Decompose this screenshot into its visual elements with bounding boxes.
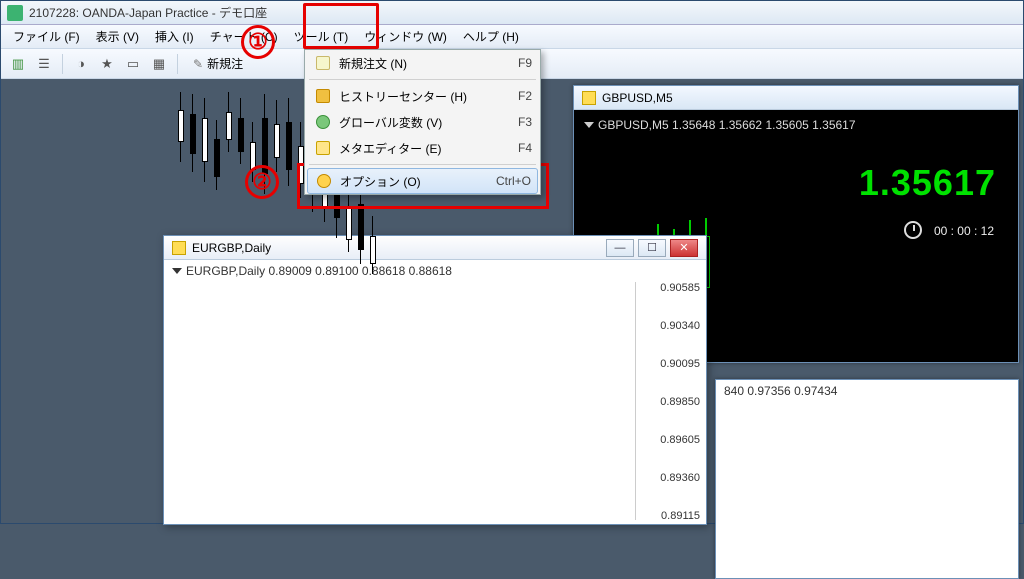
menu-help[interactable]: ヘルプ (H) [455, 25, 527, 48]
annotation-marker-2: ② [245, 165, 279, 199]
window-close-button[interactable]: ✕ [670, 239, 698, 257]
menu-item-new-order[interactable]: 新規注文 (N) F9 [305, 50, 540, 76]
menu-item-label: オプション (O) [340, 173, 486, 190]
y-tick: 0.89115 [661, 510, 700, 522]
menu-divider [309, 164, 536, 165]
window-title: 2107228: OANDA-Japan Practice - デモ口座 [29, 4, 267, 21]
menu-window[interactable]: ウィンドウ (W) [356, 25, 455, 48]
y-tick: 0.90340 [660, 320, 700, 332]
terminal-icon: ▭ [127, 56, 139, 72]
tester-icon: ▦ [153, 56, 165, 72]
countdown-text: 00 : 00 : 12 [934, 224, 994, 238]
star-icon: ★ [101, 56, 113, 72]
y-tick: 0.89605 [660, 434, 700, 446]
tb-new-order-label: 新規注 [207, 55, 243, 72]
chart-icon [582, 91, 596, 105]
menu-item-label: グローバル変数 (V) [339, 114, 508, 131]
history-icon [313, 87, 333, 105]
window-minimize-button[interactable]: — [606, 239, 634, 257]
chart-ohlc-info: 840 0.97356 0.97434 [716, 380, 1018, 402]
menu-item-shortcut: F2 [518, 89, 532, 103]
y-tick: 0.89360 [660, 472, 700, 484]
chart-window-title: EURGBP,Daily [192, 241, 271, 255]
tb-profiles[interactable]: ☰ [33, 53, 55, 75]
folder-icon: ☰ [38, 56, 50, 72]
chart-ohlc-text: 840 0.97356 0.97434 [724, 384, 837, 398]
menu-view[interactable]: 表示 (V) [88, 25, 147, 48]
toolbar-separator [62, 54, 63, 74]
order-icon: ✎ [193, 57, 203, 71]
tb-new-order[interactable]: ✎ 新規注 [185, 53, 251, 75]
chart-ohlc-text: GBPUSD,M5 1.35648 1.35662 1.35605 1.3561… [598, 118, 856, 132]
dropdown-triangle-icon[interactable] [584, 122, 594, 128]
chart-body: EURGBP,Daily 0.89009 0.89100 0.88618 0.8… [164, 260, 706, 524]
chart-window-title: GBPUSD,M5 [602, 91, 673, 105]
chart-window-eurgbp[interactable]: EURGBP,Daily — ☐ ✕ EURGBP,Daily 0.89009 … [163, 235, 707, 525]
clock-icon [904, 221, 922, 239]
menu-file[interactable]: ファイル (F) [5, 25, 88, 48]
globe-icon: ◑ [77, 56, 85, 71]
menu-item-history-center[interactable]: ヒストリーセンター (H) F2 [305, 83, 540, 109]
y-tick: 0.89850 [660, 396, 700, 408]
tb-new-chart[interactable]: ▥ [7, 53, 29, 75]
title-bar: 2107228: OANDA-Japan Practice - デモ口座 [1, 1, 1023, 25]
tb-navigator[interactable]: ★ [96, 53, 118, 75]
tb-terminal[interactable]: ▭ [122, 53, 144, 75]
chart-ohlc-text: EURGBP,Daily 0.89009 0.89100 0.88618 0.8… [186, 264, 452, 278]
menu-insert[interactable]: 挿入 (I) [147, 25, 202, 48]
menu-item-label: メタエディター (E) [339, 140, 508, 157]
menu-item-shortcut: F9 [518, 56, 532, 70]
y-tick: 0.90095 [660, 358, 700, 370]
menu-item-shortcut: F4 [518, 141, 532, 155]
window-maximize-button[interactable]: ☐ [638, 239, 666, 257]
menu-item-label: 新規注文 (N) [339, 55, 508, 72]
gear-icon [314, 172, 334, 190]
dropdown-triangle-icon[interactable] [172, 268, 182, 274]
menu-bar: ファイル (F) 表示 (V) 挿入 (I) チャート (C) ツール (T) … [1, 25, 1023, 49]
menu-item-label: ヒストリーセンター (H) [339, 88, 508, 105]
tb-market-watch[interactable]: ◑ [70, 53, 92, 75]
window-controls: — ☐ ✕ [606, 239, 698, 257]
chart-ohlc-info: EURGBP,Daily 0.89009 0.89100 0.88618 0.8… [164, 260, 706, 282]
doc-new-icon [313, 54, 333, 72]
chart-y-axis: 0.90585 0.90340 0.90095 0.89850 0.89605 … [640, 282, 700, 520]
toolbar-separator [177, 54, 178, 74]
chart-icon [172, 241, 186, 255]
chart-ohlc-info: GBPUSD,M5 1.35648 1.35662 1.35605 1.3561… [578, 114, 1014, 136]
y-tick: 0.90585 [660, 282, 700, 294]
annotation-marker-1: ① [241, 25, 275, 59]
menu-item-shortcut: Ctrl+O [496, 174, 531, 188]
chart-window-header[interactable]: EURGBP,Daily — ☐ ✕ [164, 236, 706, 260]
tool-dropdown: 新規注文 (N) F9 ヒストリーセンター (H) F2 グローバル変数 (V)… [304, 49, 541, 195]
menu-item-options[interactable]: オプション (O) Ctrl+O [307, 168, 538, 194]
globe-small-icon [313, 113, 333, 131]
menu-item-meta-editor[interactable]: メタエディター (E) F4 [305, 135, 540, 161]
chart-candles [172, 282, 636, 520]
menu-item-shortcut: F3 [518, 115, 532, 129]
menu-tool[interactable]: ツール (T) [286, 25, 357, 48]
plus-icon: ▥ [12, 56, 24, 72]
app-icon [7, 5, 23, 21]
editor-icon [313, 139, 333, 157]
chart-window-header[interactable]: GBPUSD,M5 [574, 86, 1018, 110]
menu-item-global-vars[interactable]: グローバル変数 (V) F3 [305, 109, 540, 135]
chart-window-partial[interactable]: 840 0.97356 0.97434 [715, 379, 1019, 579]
tb-tester[interactable]: ▦ [148, 53, 170, 75]
menu-divider [309, 79, 536, 80]
price-display: 1.35617 [578, 136, 1014, 208]
